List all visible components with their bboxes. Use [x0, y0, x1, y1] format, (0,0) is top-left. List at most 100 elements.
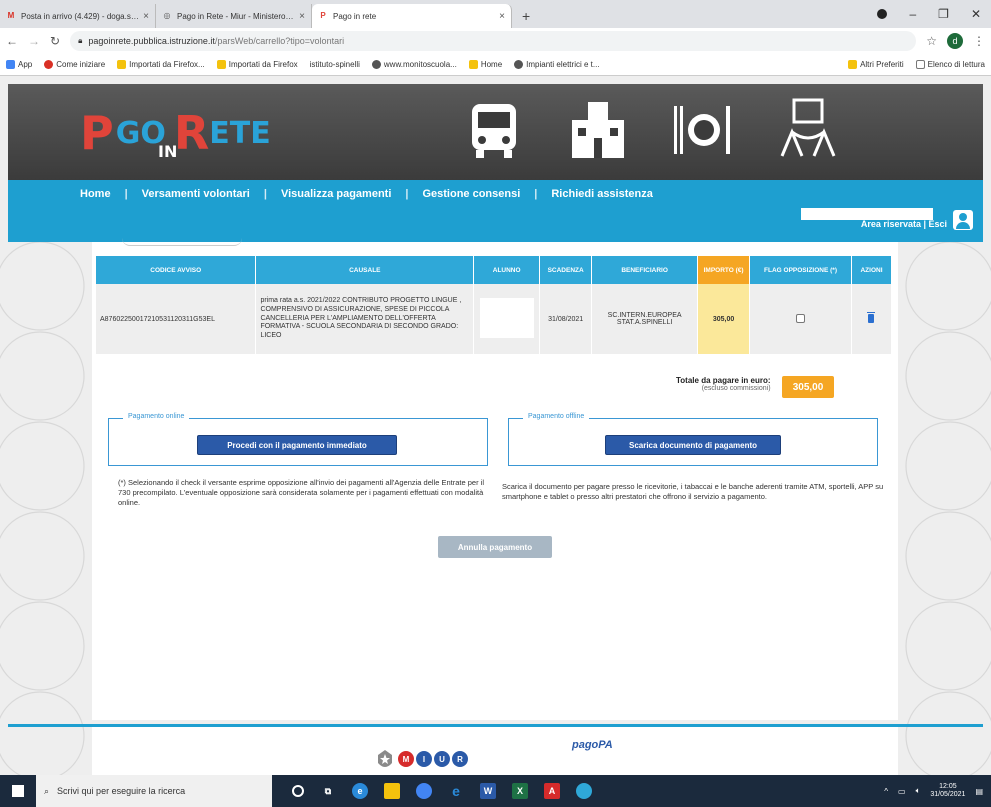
pagopa-logo[interactable]: pagoPA	[572, 739, 613, 751]
tray-chevron-icon[interactable]: ^	[884, 787, 888, 796]
window-controls: – ❐ ✕	[877, 0, 991, 28]
bookmark-folder[interactable]: Importati da Firefox	[216, 60, 298, 69]
col-importo: IMPORTO (€)	[697, 256, 751, 284]
reading-list-icon	[915, 60, 925, 69]
cell-causale: prima rata a.s. 2021/2022 CONTRIBUTO PRO…	[255, 284, 475, 354]
bookmark-elenco-lettura[interactable]: Elenco di lettura	[915, 60, 985, 69]
user-area: Area riservata | Esci	[861, 206, 973, 230]
folder-icon	[848, 60, 858, 69]
taskbar-search[interactable]: ⌕ Scrivi qui per eseguire la ricerca	[36, 775, 272, 807]
tab-title: Posta in arrivo (4.429) - doga.sc...	[21, 11, 140, 21]
tab-title: Pago in Rete - Miur - Ministero d...	[177, 11, 296, 21]
start-button[interactable]	[0, 775, 36, 807]
system-tray: ^ ▭ 🔈︎ 12:05 31/05/2021 ▤	[884, 775, 983, 807]
close-tab-icon[interactable]: ×	[143, 11, 149, 22]
nav-gestione-consensi[interactable]: Gestione consensi	[422, 188, 520, 200]
pay-now-button[interactable]: Procedi con il pagamento immediato	[197, 435, 397, 455]
lock-icon: 🔒︎	[78, 36, 83, 45]
file-explorer-icon[interactable]	[384, 783, 400, 799]
forward-arrow-icon[interactable]: →	[28, 34, 40, 48]
cell-flag-opposizione	[749, 284, 852, 354]
table-row: A87602250017210531120311G53EL prima rata…	[96, 284, 893, 354]
star-icon[interactable]: ☆	[926, 34, 937, 48]
edge-icon[interactable]: e	[352, 783, 368, 799]
task-view-icon[interactable]: ⧉	[320, 783, 336, 799]
paint-icon[interactable]	[576, 783, 592, 799]
globe-icon: ◎	[163, 11, 171, 20]
network-icon[interactable]: ▭	[898, 787, 906, 796]
address-bar[interactable]: 🔒︎ pagoinrete.pubblica.istruzione.it/par…	[70, 31, 917, 51]
school-building-icon	[572, 102, 624, 158]
close-tab-icon[interactable]: ×	[499, 11, 505, 22]
trash-icon[interactable]	[867, 311, 876, 323]
bookmark-come-iniziare[interactable]: Come iniziare	[44, 60, 105, 69]
bookmark-home[interactable]: Home	[468, 60, 502, 69]
user-icon[interactable]	[953, 210, 973, 230]
pago-in-rete-logo[interactable]: P GO IN R ETE	[80, 98, 271, 168]
internet-explorer-icon[interactable]: e	[448, 783, 464, 799]
tab-title: Pago in rete	[333, 11, 377, 21]
apps-icon	[6, 60, 15, 69]
back-arrow-icon[interactable]: ←	[6, 34, 18, 48]
close-window-button[interactable]: ✕	[971, 7, 981, 21]
nav-visualizza-pagamenti[interactable]: Visualizza pagamenti	[281, 188, 391, 200]
profile-avatar[interactable]: d	[947, 33, 963, 49]
globe-icon	[514, 60, 524, 69]
cell-codice-avviso: A87602250017210531120311G53EL	[96, 284, 257, 354]
url-host: pagoinrete.pubblica.istruzione.it	[88, 36, 215, 46]
bookmark-istituto[interactable]: istituto-spinelli	[310, 60, 360, 69]
taskbar-search-placeholder: Scrivi qui per eseguire la ricerca	[57, 786, 186, 796]
taskbar-clock[interactable]: 12:05 31/05/2021	[930, 783, 965, 800]
area-riservata-link[interactable]: Area riservata | Esci	[861, 219, 947, 229]
col-causale: CAUSALE	[255, 256, 475, 284]
online-note: (*) Selezionando il check il versante es…	[118, 478, 484, 507]
reload-icon[interactable]: ↻	[50, 34, 60, 48]
totale-amount: 305,00	[782, 376, 834, 398]
cortana-icon[interactable]	[292, 785, 304, 797]
cell-importo: 305,00	[697, 284, 751, 354]
maximize-button[interactable]: ❐	[938, 7, 949, 21]
excel-icon[interactable]: X	[512, 783, 528, 799]
cell-beneficiario: SC.INTERN.EUROPEA STAT.A.SPINELLI	[591, 284, 699, 354]
annulla-pagamento-button[interactable]: Annulla pagamento	[438, 536, 552, 558]
minimize-button[interactable]: –	[909, 7, 916, 21]
bookmark-monitoscuola[interactable]: www.monitoscuola...	[371, 60, 457, 69]
gmail-icon: M	[7, 11, 15, 20]
folder-icon	[216, 60, 226, 69]
col-scadenza: SCADENZA	[539, 256, 593, 284]
miur-logo[interactable]: M I U R	[398, 751, 468, 767]
notification-icon[interactable]: ▤	[975, 787, 983, 796]
bookmark-folder[interactable]: Importati da Firefox...	[117, 60, 205, 69]
web-page: P GO IN R ETE Home | Versamenti volontari | …	[0, 76, 991, 775]
nav-richiedi-assistenza[interactable]: Richiedi assistenza	[551, 188, 653, 200]
totale-text: Totale da pagare in euro:	[676, 376, 771, 385]
col-flag-opposizione: FLAG OPPOSIZIONE (*)	[749, 256, 852, 284]
bookmark-impianti[interactable]: Impianti elettrici e t...	[514, 60, 600, 69]
col-azioni: AZIONI	[851, 256, 893, 284]
nav-home[interactable]: Home	[80, 188, 111, 200]
chrome-icon[interactable]	[416, 783, 432, 799]
cafeteria-icon	[674, 106, 730, 154]
bookmark-app[interactable]: App	[6, 60, 32, 69]
museum-icon	[780, 98, 836, 157]
table-header-row: CODICE AVVISO CAUSALE ALUNNO SCADENZA BE…	[96, 256, 893, 284]
address-toolbar: ← → ↻ 🔒︎ pagoinrete.pubblica.istruzione.…	[0, 28, 991, 54]
offline-payment-box: Pagamento offline Scarica documento di p…	[508, 413, 878, 466]
new-tab-button[interactable]: +	[512, 8, 540, 28]
pagoinrete-icon: P	[320, 11, 326, 20]
tab-gmail[interactable]: M Posta in arrivo (4.429) - doga.sc... ×	[0, 4, 156, 28]
opposizione-checkbox[interactable]	[796, 313, 806, 323]
search-icon: ⌕	[44, 785, 50, 796]
volume-icon[interactable]: 🔈︎	[916, 786, 921, 796]
col-alunno: ALUNNO	[473, 256, 541, 284]
tab-pago-in-rete[interactable]: P Pago in rete ×	[312, 4, 512, 28]
bookmark-altri-preferiti[interactable]: Altri Preferiti	[848, 60, 904, 69]
menu-dots-icon[interactable]: ⋮	[973, 34, 985, 48]
tab-pago-miur[interactable]: ◎ Pago in Rete - Miur - Ministero d... ×	[156, 4, 312, 28]
acrobat-icon[interactable]: A	[544, 783, 560, 799]
download-document-button[interactable]: Scarica documento di pagamento	[605, 435, 781, 455]
nav-versamenti-volontari[interactable]: Versamenti volontari	[142, 188, 250, 200]
word-icon[interactable]: W	[480, 783, 496, 799]
close-tab-icon[interactable]: ×	[299, 11, 305, 22]
bookmark-icon	[44, 60, 54, 69]
